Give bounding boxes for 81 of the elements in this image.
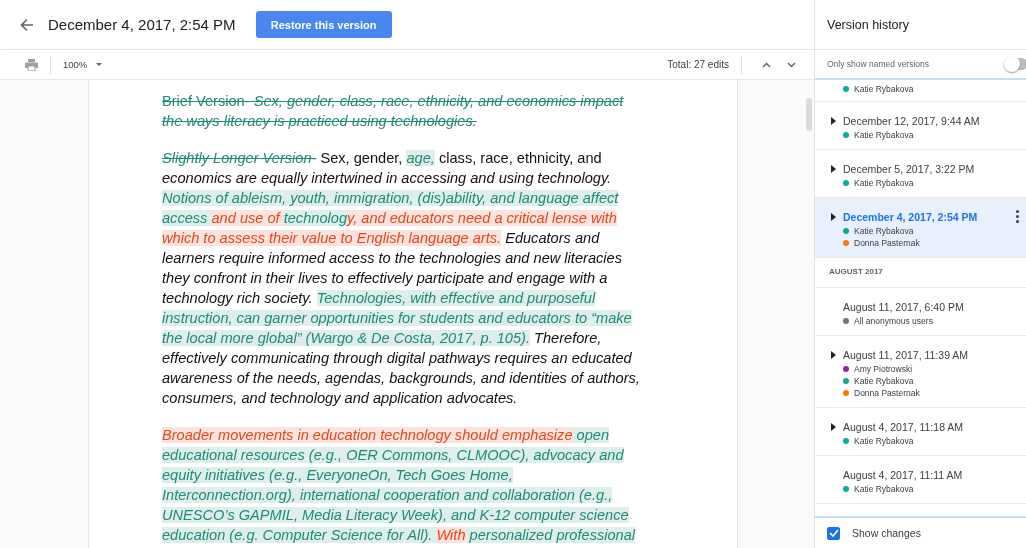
body-text: Therefore, [533,330,602,346]
author-name: Donna Pasternak [854,388,920,398]
zoom-dropdown[interactable]: 100% [63,59,103,70]
inserted-text: personalized professional [465,527,636,543]
named-versions-toggle[interactable] [1006,58,1026,70]
author-name: Katie Rybakova [854,226,914,236]
caret-icon [96,62,103,67]
scrollbar-thumb[interactable] [806,98,812,131]
body-text: awareness of the needs, agendas, backgrounds, and identities of authors, [162,370,640,386]
expand-triangle-icon[interactable] [831,351,836,359]
version-entry[interactable]: August 4, 2017, 11:11 AM Katie Rybakova [815,456,1026,504]
version-date: August 11, 2017, 6:40 PM [843,301,964,313]
inserted-text: y, and educators need a critical lense with [347,210,617,226]
previous-edit-icon[interactable] [762,61,771,68]
body-text: consumers, and technology and application advocates. [162,390,518,406]
body-text: class, race, ethnicity, and [437,150,602,166]
version-date: August 4, 2017, 11:18 AM [843,421,964,433]
inserted-text: With [436,527,466,543]
inserted-text: which to assess their value to English language arts. [162,230,502,246]
version-entry[interactable]: August 4, 2017, 11:18 AM Katie Rybakova [815,408,1026,456]
more-options-icon[interactable] [1016,210,1019,223]
body-text: they confront in their lives to effectively participate and engage with a [162,270,608,286]
panel-title: Version history [815,0,1026,50]
inserted-text: access [162,210,212,226]
inserted-text: equity initiatives (e.g., EveryoneOn, Tech Goes Home, [162,467,513,483]
author-name: Katie Rybakova [854,484,914,494]
body-text: economics are equally intertwined in accessing and using technology. [162,170,612,186]
edit-count: Total: 27 edits [667,59,729,70]
body-text: effectively communicating through digital pathways requires an educated [162,350,632,366]
restore-button[interactable]: Restore this version [255,11,392,38]
body-text: technology rich society. [162,290,314,306]
inserted-text: age, [406,150,435,166]
author-name: Katie Rybakova [854,130,914,140]
version-entry[interactable]: December 12, 2017, 9:44 AM Katie Rybakova [815,102,1026,150]
author-name: Katie Rybakova [854,376,914,386]
body-text: learners require informed access to the technologies and new literacies [162,250,622,266]
inserted-text: Technologies, with effective and purposeful [316,290,596,306]
inserted-text: education (e.g. Computer Science for All). [162,527,437,543]
expand-triangle-icon[interactable] [831,213,836,221]
inserted-text: Notions of ableism, youth, immigration, (dis)ability, and language affect [162,190,619,206]
version-date: August 4, 2017, 11:11 AM [843,469,963,481]
print-icon[interactable] [25,58,38,71]
inserted-text: technolog [283,210,347,226]
version-entry[interactable]: August 11, 2017, 11:39 AM Amy Piotrowski Katie Rybakova Donna Pasternak [815,336,1026,408]
inserted-text: the local more global” (Wargo & De Costa, 2017, p. 105). [162,330,530,346]
inserted-text: open [572,427,610,443]
author-name: Amy Piotrowski [854,364,913,374]
back-arrow-icon[interactable] [20,17,34,32]
version-date: December 5, 2017, 3:22 PM [843,163,975,175]
version-title: December 4, 2017, 2:54 PM [48,16,236,33]
expand-triangle-icon[interactable] [831,423,836,431]
version-date: December 12, 2017, 9:44 AM [843,115,980,127]
deleted-text: the ways literacy is practiced using technologies. [162,113,477,129]
deleted-text: Sex, gender, class, race, ethnicity, and economics impact [252,93,624,109]
inserted-text: UNESCO’s GAPMIL, Media Literacy Week), and K-12 computer science [162,507,629,523]
checkbox[interactable] [827,526,840,540]
deleted-text: Brief Version- [162,93,250,109]
inserted-text: Broader movements in education technology should emphasize [162,427,573,443]
version-date: December 4, 2017, 2:54 PM [843,211,978,223]
checkbox-label: Show changes [852,527,921,539]
inserted-text: and use of [211,210,284,226]
expand-triangle-icon[interactable] [831,117,836,125]
author-name: Katie Rybakova [854,436,914,446]
version-date: August 11, 2017, 11:39 AM [843,349,969,361]
toggle-label: Only show named versions [827,59,931,69]
author-name: Katie Rybakova [854,178,914,188]
author-name: Katie Rybakova [854,84,914,94]
month-header: AUGUST 2017 [815,258,1026,288]
author-name: Donna Pasternak [854,238,920,248]
version-entry[interactable]: December 4, 2017, 2:54 PM Katie Rybakova Donna Pasternak [815,198,1026,258]
expand-triangle-icon[interactable] [831,165,836,173]
version-entry[interactable]: Katie Rybakova [815,80,1026,102]
next-edit-icon[interactable] [787,61,796,68]
deleted-text: Slightly Longer Version- [162,150,317,166]
inserted-text: educational resources (e.g., OER Commons, CLMOOC), advocacy and [162,447,624,463]
version-entry[interactable]: August 11, 2017, 6:40 PM All anonymous users [815,288,1026,336]
body-text: Sex, gender, [319,150,404,166]
author-name: All anonymous users [854,316,933,326]
inserted-text: instruction, can garner opportunities for students and educators to “make [162,310,632,326]
body-text: Educators and [504,230,600,246]
inserted-text: Interconnection.org), international cooperation and collaboration (e.g., [162,487,613,503]
